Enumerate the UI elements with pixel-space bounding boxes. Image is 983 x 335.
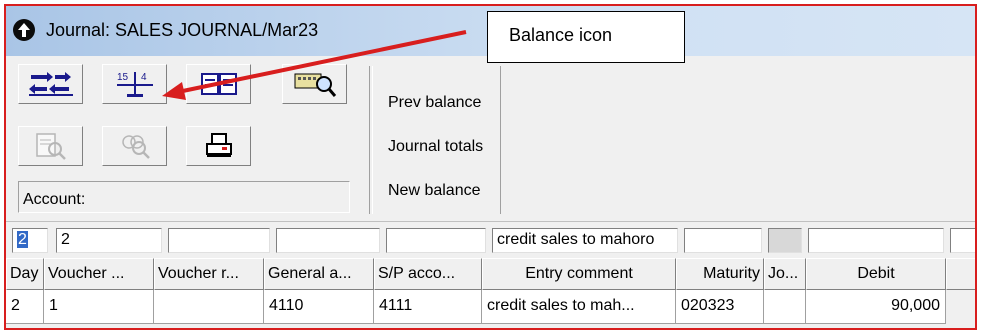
annotation-arrow — [162, 30, 467, 100]
